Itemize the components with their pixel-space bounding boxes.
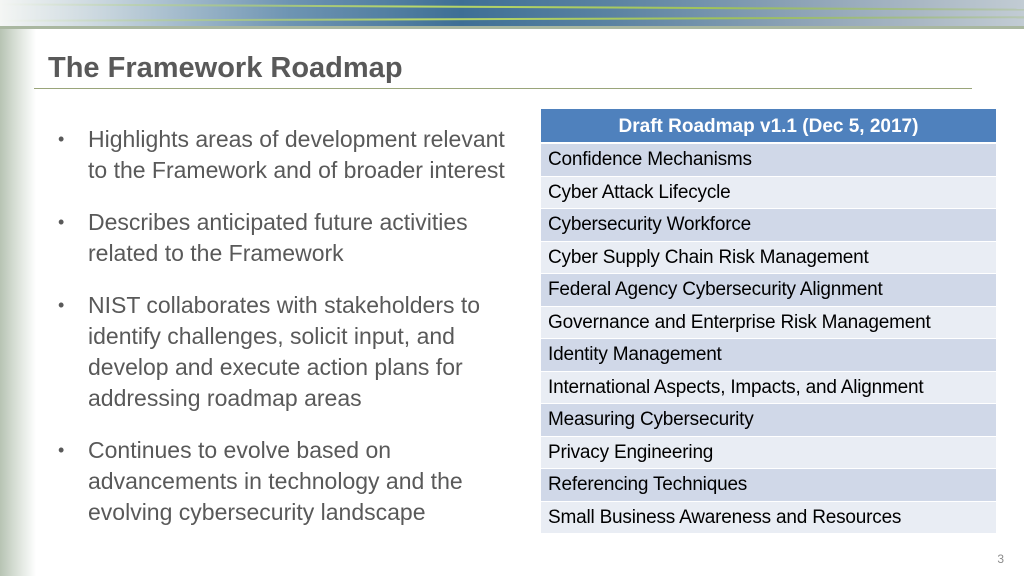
bullet-item: • Highlights areas of development relevan… <box>58 124 528 186</box>
table-row: Small Business Awareness and Resources <box>541 501 996 534</box>
table-row: International Aspects, Impacts, and Alig… <box>541 371 996 404</box>
bullet-icon: • <box>58 295 65 315</box>
bullet-text: NIST collaborates with stakeholders to i… <box>88 292 481 411</box>
bullet-item: • NIST collaborates with stakeholders to … <box>58 290 528 414</box>
bullet-text: Highlights areas of development relevant… <box>88 126 505 183</box>
bullet-icon: • <box>58 129 65 149</box>
table-row: Measuring Cybersecurity <box>541 404 996 437</box>
page-number: 3 <box>997 552 1004 566</box>
title-divider <box>34 88 972 89</box>
banner-base-line <box>0 26 1024 29</box>
bullet-text: Continues to evolve based on advancement… <box>88 437 463 525</box>
banner-streak <box>0 16 1024 22</box>
table-row: Referencing Techniques <box>541 469 996 502</box>
banner-streak <box>0 3 1024 11</box>
table-row: Governance and Enterprise Risk Managemen… <box>541 306 996 339</box>
table-row: Identity Management <box>541 339 996 372</box>
bullet-icon: • <box>58 212 65 232</box>
bullet-item: • Continues to evolve based on advancemen… <box>58 435 528 528</box>
bullet-list: • Highlights areas of development relevan… <box>58 124 528 549</box>
bullet-item: • Describes anticipated future activities… <box>58 207 528 269</box>
table-row: Cyber Supply Chain Risk Management <box>541 241 996 274</box>
table-row: Cybersecurity Workforce <box>541 209 996 242</box>
table-row: Federal Agency Cybersecurity Alignment <box>541 274 996 307</box>
header-banner <box>0 0 1024 29</box>
slide-title: The Framework Roadmap <box>48 52 403 84</box>
table-header: Draft Roadmap v1.1 (Dec 5, 2017) <box>541 109 996 144</box>
bullet-icon: • <box>58 440 65 460</box>
roadmap-table: Draft Roadmap v1.1 (Dec 5, 2017) Confide… <box>541 109 996 534</box>
table-row: Cyber Attack Lifecycle <box>541 176 996 209</box>
table-row: Confidence Mechanisms <box>541 144 996 177</box>
left-edge-shade <box>0 29 36 576</box>
bullet-text: Describes anticipated future activities … <box>88 209 468 266</box>
table-row: Privacy Engineering <box>541 436 996 469</box>
